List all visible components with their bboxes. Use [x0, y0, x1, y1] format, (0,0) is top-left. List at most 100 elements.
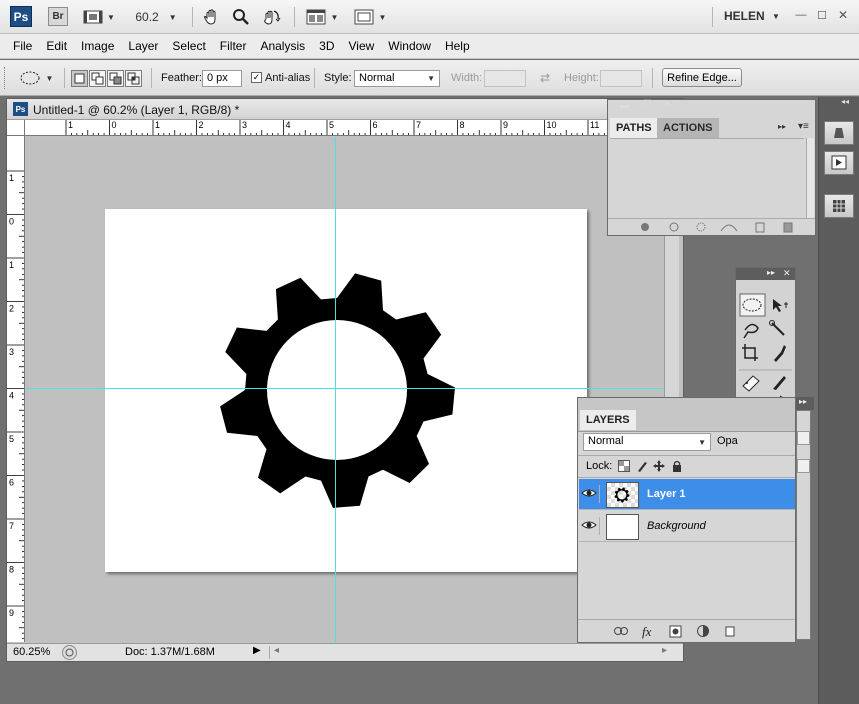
lock-position-button[interactable]: [653, 460, 665, 472]
anti-alias-checkbox[interactable]: ✓: [251, 72, 262, 83]
dock-histogram-button[interactable]: [824, 194, 854, 218]
lock-transparent-pixels-button[interactable]: [618, 460, 630, 472]
film-strip-menu-button[interactable]: ▼: [82, 7, 116, 27]
options-grip[interactable]: [4, 67, 6, 89]
quick-selection-tool[interactable]: [767, 318, 791, 340]
ruler-label: 2: [9, 304, 14, 314]
dock-animation-button[interactable]: [824, 151, 854, 175]
horizontal-guide[interactable]: [26, 388, 666, 389]
minimize-window-button[interactable]: —: [794, 7, 808, 23]
chevron-down-icon: ▼: [168, 12, 177, 22]
screen-mode-button[interactable]: ▼: [350, 7, 390, 27]
width-label: Width:: [451, 72, 483, 84]
scroll-right-arrow-icon[interactable]: ▸: [662, 645, 667, 656]
menu-view[interactable]: View: [341, 39, 381, 53]
height-input[interactable]: [600, 70, 642, 87]
zoom-level-dropdown[interactable]: 60.2 ▼: [130, 7, 182, 27]
menu-filter[interactable]: Filter: [213, 39, 254, 53]
blend-mode-dropdown[interactable]: Normal ▼: [583, 433, 711, 451]
separator: [652, 68, 653, 88]
layer-row-background[interactable]: Background: [579, 511, 795, 542]
tab-layers[interactable]: LAYERS: [580, 410, 636, 430]
rotate-view-button[interactable]: [258, 6, 284, 28]
menu-window[interactable]: Window: [381, 39, 438, 53]
move-tool[interactable]: [767, 294, 791, 316]
chevron-down-icon: ▼: [330, 12, 339, 22]
layer-visibility-toggle[interactable]: [581, 517, 600, 535]
subtract-from-selection-button[interactable]: [107, 70, 124, 87]
arrange-documents-button[interactable]: ▼: [302, 7, 342, 27]
style-dropdown[interactable]: Normal ▼: [354, 70, 440, 87]
swap-arrows-icon: ⇄: [539, 71, 551, 85]
status-menu-button[interactable]: ▶: [253, 645, 265, 660]
menu-3d[interactable]: 3D: [312, 39, 341, 53]
user-menu-button[interactable]: ▼: [770, 9, 782, 23]
menu-layer[interactable]: Layer: [121, 39, 165, 53]
paths-minimize-icon[interactable]: ▬: [620, 100, 630, 111]
paths-maximize-icon[interactable]: ☐: [643, 99, 652, 110]
panel-topbar: ▸▸: [796, 397, 814, 410]
panel-expand-icon[interactable]: ▸▸: [799, 397, 807, 406]
intersect-selection-button[interactable]: [125, 70, 142, 87]
fill-path-icon: [641, 223, 649, 231]
horizontal-scrollbar[interactable]: ◂ ▸: [269, 645, 669, 659]
paths-scrollbar[interactable]: [806, 138, 814, 218]
swap-width-height-button[interactable]: ⇄: [536, 70, 554, 86]
horizontal-ruler[interactable]: 1 0 1 2 3 4 5 6 7 8 9 10 11: [25, 120, 683, 136]
scroll-thumb[interactable]: [797, 431, 810, 445]
refine-edge-button[interactable]: Refine Edge...: [662, 68, 742, 87]
elliptical-marquee-tool[interactable]: [740, 294, 764, 316]
layer-visibility-toggle[interactable]: [581, 485, 600, 503]
healing-brush-tool[interactable]: [740, 373, 764, 395]
feather-input[interactable]: 0 px: [202, 70, 242, 87]
add-to-selection-button[interactable]: [89, 70, 106, 87]
image-canvas[interactable]: [105, 209, 587, 572]
ruler-label: 8: [460, 120, 465, 130]
panel-menu-icon[interactable]: ▾≡: [798, 121, 809, 132]
menu-analysis[interactable]: Analysis: [253, 39, 312, 53]
new-selection-button[interactable]: [71, 70, 88, 87]
menu-image[interactable]: Image: [74, 39, 121, 53]
close-window-button[interactable]: ✕: [836, 7, 850, 23]
scroll-thumb[interactable]: [797, 459, 810, 473]
separator: [294, 7, 295, 27]
crop-tool[interactable]: [740, 341, 764, 363]
layer-row-layer-1[interactable]: Layer 1: [579, 479, 795, 510]
lock-image-pixels-button[interactable]: [636, 460, 648, 472]
ruler-origin[interactable]: [7, 120, 25, 136]
status-info-button[interactable]: [62, 645, 77, 660]
lock-label: Lock:: [586, 460, 613, 472]
lasso-tool[interactable]: [740, 318, 764, 340]
tab-actions[interactable]: ACTIONS: [657, 118, 719, 138]
maximize-window-button[interactable]: ☐: [815, 7, 829, 23]
dock-collapse-icon[interactable]: ◂◂: [841, 97, 849, 106]
tab-paths[interactable]: PATHS: [610, 118, 658, 138]
width-input[interactable]: [484, 70, 526, 87]
opacity-label: Opa: [717, 435, 738, 447]
vertical-ruler[interactable]: 1 0 1 2 3 4 5 6 7 8 9: [7, 136, 25, 642]
menu-help[interactable]: Help: [438, 39, 477, 53]
paths-close-icon[interactable]: ✕: [663, 99, 671, 110]
menu-select[interactable]: Select: [165, 39, 212, 53]
eyedropper-tool[interactable]: [767, 341, 791, 363]
vertical-guide[interactable]: [335, 137, 336, 642]
eye-icon: [581, 521, 597, 529]
paths-footer-icons: [641, 222, 793, 233]
paths-list[interactable]: [610, 138, 804, 218]
launch-bridge-button[interactable]: Br: [48, 7, 68, 26]
divider: [578, 477, 795, 478]
status-zoom[interactable]: 60.25%: [13, 646, 50, 658]
panel-collapse-button[interactable]: ▸▸: [778, 122, 786, 131]
tool-preset-picker[interactable]: ▼: [14, 68, 58, 88]
hand-tool-button[interactable]: [200, 6, 224, 28]
scroll-left-arrow-icon[interactable]: ◂: [274, 645, 279, 656]
lock-all-button[interactable]: [671, 460, 683, 472]
zoom-tool-button[interactable]: [229, 6, 253, 28]
brush-tool[interactable]: [767, 373, 791, 395]
ruler-label: 10: [547, 120, 557, 130]
menu-file[interactable]: File: [6, 39, 39, 53]
menu-edit[interactable]: Edit: [39, 39, 74, 53]
dock-brushes-button[interactable]: [824, 121, 854, 145]
document-tab[interactable]: Ps Untitled-1 @ 60.2% (Layer 1, RGB/8) *: [7, 99, 683, 120]
right-panel-scrollbar[interactable]: [796, 410, 811, 640]
